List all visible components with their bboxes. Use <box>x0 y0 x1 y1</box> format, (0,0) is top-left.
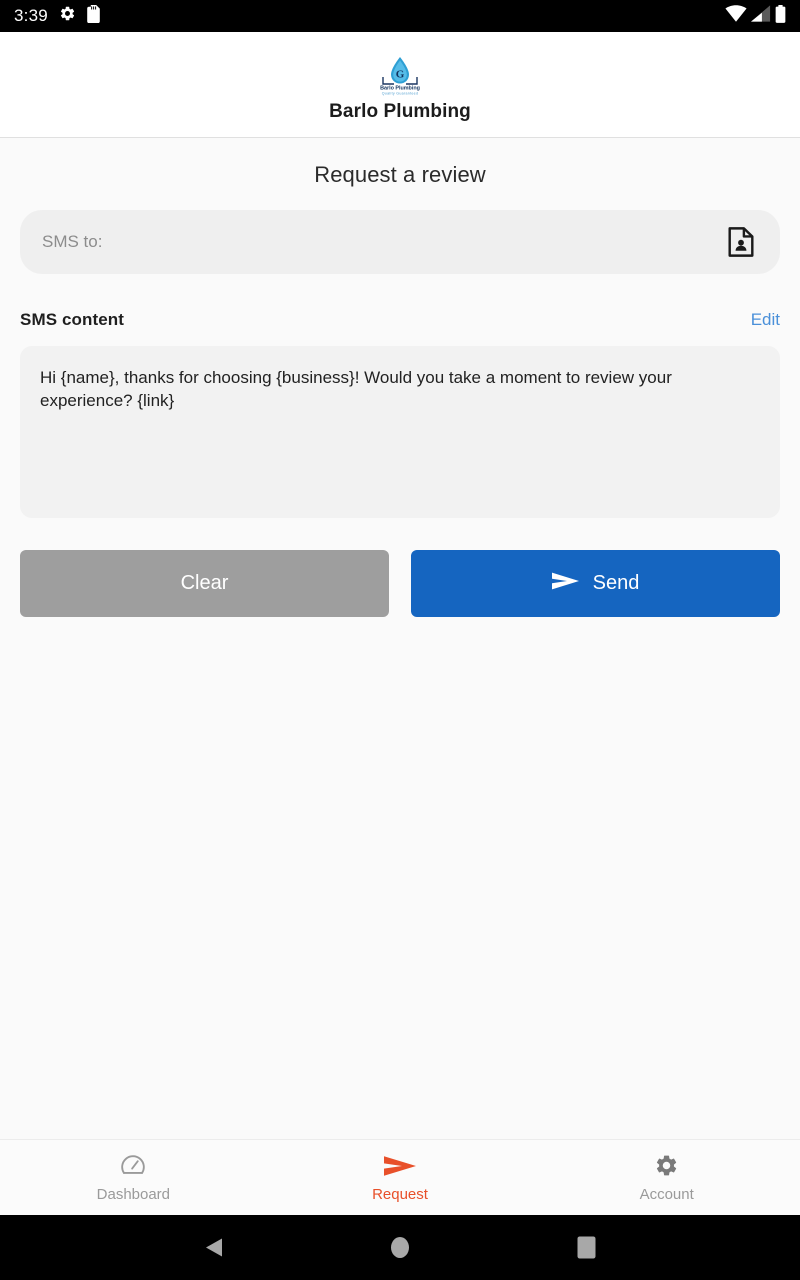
tab-dashboard-label: Dashboard <box>96 1185 171 1203</box>
status-bar-left: 3:39 <box>14 4 100 28</box>
sms-content-header: SMS content Edit <box>20 310 780 330</box>
send-button[interactable]: Send <box>411 550 780 617</box>
tab-dashboard[interactable]: Dashboard <box>0 1153 267 1203</box>
send-arrow-icon <box>383 1153 417 1179</box>
battery-icon <box>775 4 786 28</box>
sms-to-field[interactable]: SMS to: <box>20 210 780 274</box>
app-header: G Barlo Plumbing Quality Guaranteed Barl… <box>0 32 800 138</box>
main-content: Request a review SMS to: SMS content Edi… <box>0 138 800 1139</box>
send-arrow-icon <box>551 570 580 598</box>
clear-button[interactable]: Clear <box>20 550 389 617</box>
action-button-row: Clear Send <box>20 550 780 617</box>
phone-screen: 3:39 G Barlo Plumbing Quality Guaranteed… <box>0 0 800 1280</box>
svg-text:Quality Guaranteed: Quality Guaranteed <box>382 91 419 95</box>
sms-content-label: SMS content <box>20 310 125 329</box>
send-button-label: Send <box>592 572 640 594</box>
status-bar: 3:39 <box>0 0 800 32</box>
gear-icon <box>654 1153 679 1179</box>
business-logo: G Barlo Plumbing Quality Guaranteed <box>373 53 427 97</box>
status-bar-right <box>725 4 786 28</box>
tab-request[interactable]: Request <box>267 1153 534 1203</box>
sms-content-box[interactable]: Hi {name}, thanks for choosing {business… <box>20 346 780 518</box>
recents-square-icon[interactable] <box>577 1236 596 1259</box>
contact-card-icon[interactable] <box>724 225 758 259</box>
bottom-tab-bar: Dashboard Request Account <box>0 1139 800 1215</box>
tab-account-label: Account <box>639 1185 694 1203</box>
status-time: 3:39 <box>14 6 48 25</box>
speedometer-icon <box>120 1153 146 1179</box>
system-navigation-bar <box>0 1215 800 1280</box>
wifi-icon <box>725 5 747 27</box>
edit-link[interactable]: Edit <box>751 310 780 330</box>
sd-card-icon <box>87 4 100 28</box>
svg-text:G: G <box>396 68 405 80</box>
business-name: Barlo Plumbing <box>329 100 471 122</box>
gear-icon <box>59 5 76 27</box>
clear-button-label: Clear <box>180 572 229 594</box>
cellular-icon <box>751 5 771 27</box>
home-circle-icon[interactable] <box>390 1236 410 1259</box>
back-triangle-icon[interactable] <box>204 1237 223 1258</box>
page-title: Request a review <box>314 162 486 187</box>
tab-request-label: Request <box>372 1185 428 1203</box>
sms-to-placeholder: SMS to: <box>42 232 103 251</box>
sms-message-text: Hi {name}, thanks for choosing {business… <box>40 368 672 410</box>
tab-account[interactable]: Account <box>533 1153 800 1203</box>
